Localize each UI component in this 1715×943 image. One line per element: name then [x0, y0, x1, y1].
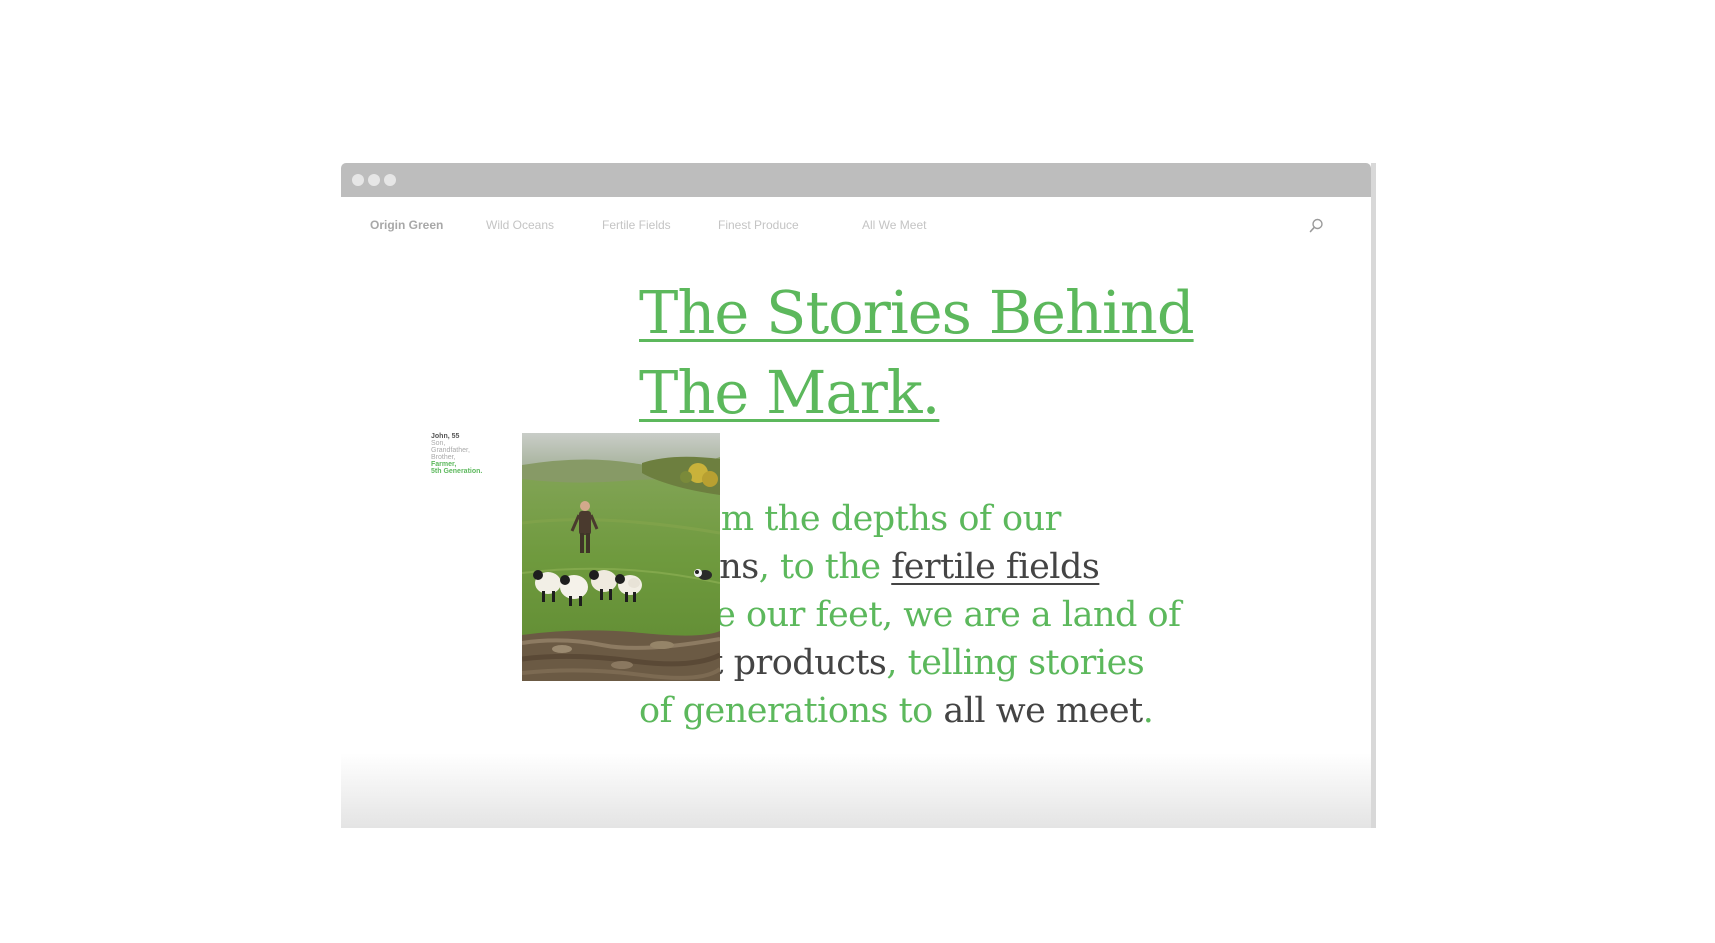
- window-minimize-dot-icon[interactable]: [368, 174, 380, 186]
- browser-window: Origin Green Wild Oceans Fertile Fields …: [341, 163, 1376, 828]
- body-period: .: [1142, 691, 1154, 731]
- caption-name: John, 55: [431, 433, 460, 440]
- hero-body-text: n from the depths of our oceans, to the …: [639, 495, 1181, 735]
- window-close-dot-icon[interactable]: [352, 174, 364, 186]
- caption-role-2: 5th Generation.: [431, 468, 483, 475]
- hero-headline: The Stories Behind The Mark.: [639, 273, 1195, 433]
- browser-titlebar: [341, 163, 1371, 197]
- body-line-4: inest products, telling stories: [639, 639, 1181, 687]
- body-line-2: oceans, to the fertile fields: [639, 543, 1181, 591]
- farmer-sheep-photo: [522, 433, 720, 681]
- fertile-fields-link[interactable]: fertile fields: [891, 547, 1100, 587]
- caption-line-2: Grandfather,: [431, 447, 470, 454]
- window-edge: [1371, 163, 1376, 828]
- nav-item-finest-produce[interactable]: Finest Produce: [718, 218, 799, 232]
- nav-brand-link[interactable]: Origin Green: [370, 218, 443, 232]
- body-line-5: of generations to all we meet.: [639, 687, 1181, 735]
- window-maximize-dot-icon[interactable]: [384, 174, 396, 186]
- headline-line-2[interactable]: The Mark.: [639, 358, 940, 427]
- nav-item-all-we-meet[interactable]: All We Meet: [862, 218, 926, 232]
- body-line-3: eathe our feet, we are a land of: [639, 595, 1181, 635]
- body-to-the: , to the: [758, 547, 892, 587]
- body-telling-stories: , telling stories: [886, 643, 1145, 683]
- body-all-we-meet: all we meet: [943, 691, 1143, 731]
- headline-line-1[interactable]: The Stories Behind: [639, 278, 1195, 347]
- search-icon[interactable]: [1307, 217, 1325, 235]
- nav-item-wild-oceans[interactable]: Wild Oceans: [486, 218, 554, 232]
- caption-line-3: Brother,: [431, 454, 456, 461]
- caption-line-1: Son,: [431, 440, 446, 447]
- body-of-generations: of generations to: [639, 691, 944, 731]
- caption-role-1: Farmer,: [431, 461, 457, 468]
- nav-item-fertile-fields[interactable]: Fertile Fields: [602, 218, 671, 232]
- body-line-1: n from the depths of our: [639, 499, 1061, 539]
- photo-caption: John, 55 Son, Grandfather, Brother, Farm…: [431, 433, 493, 475]
- bottom-fade: [341, 753, 1371, 828]
